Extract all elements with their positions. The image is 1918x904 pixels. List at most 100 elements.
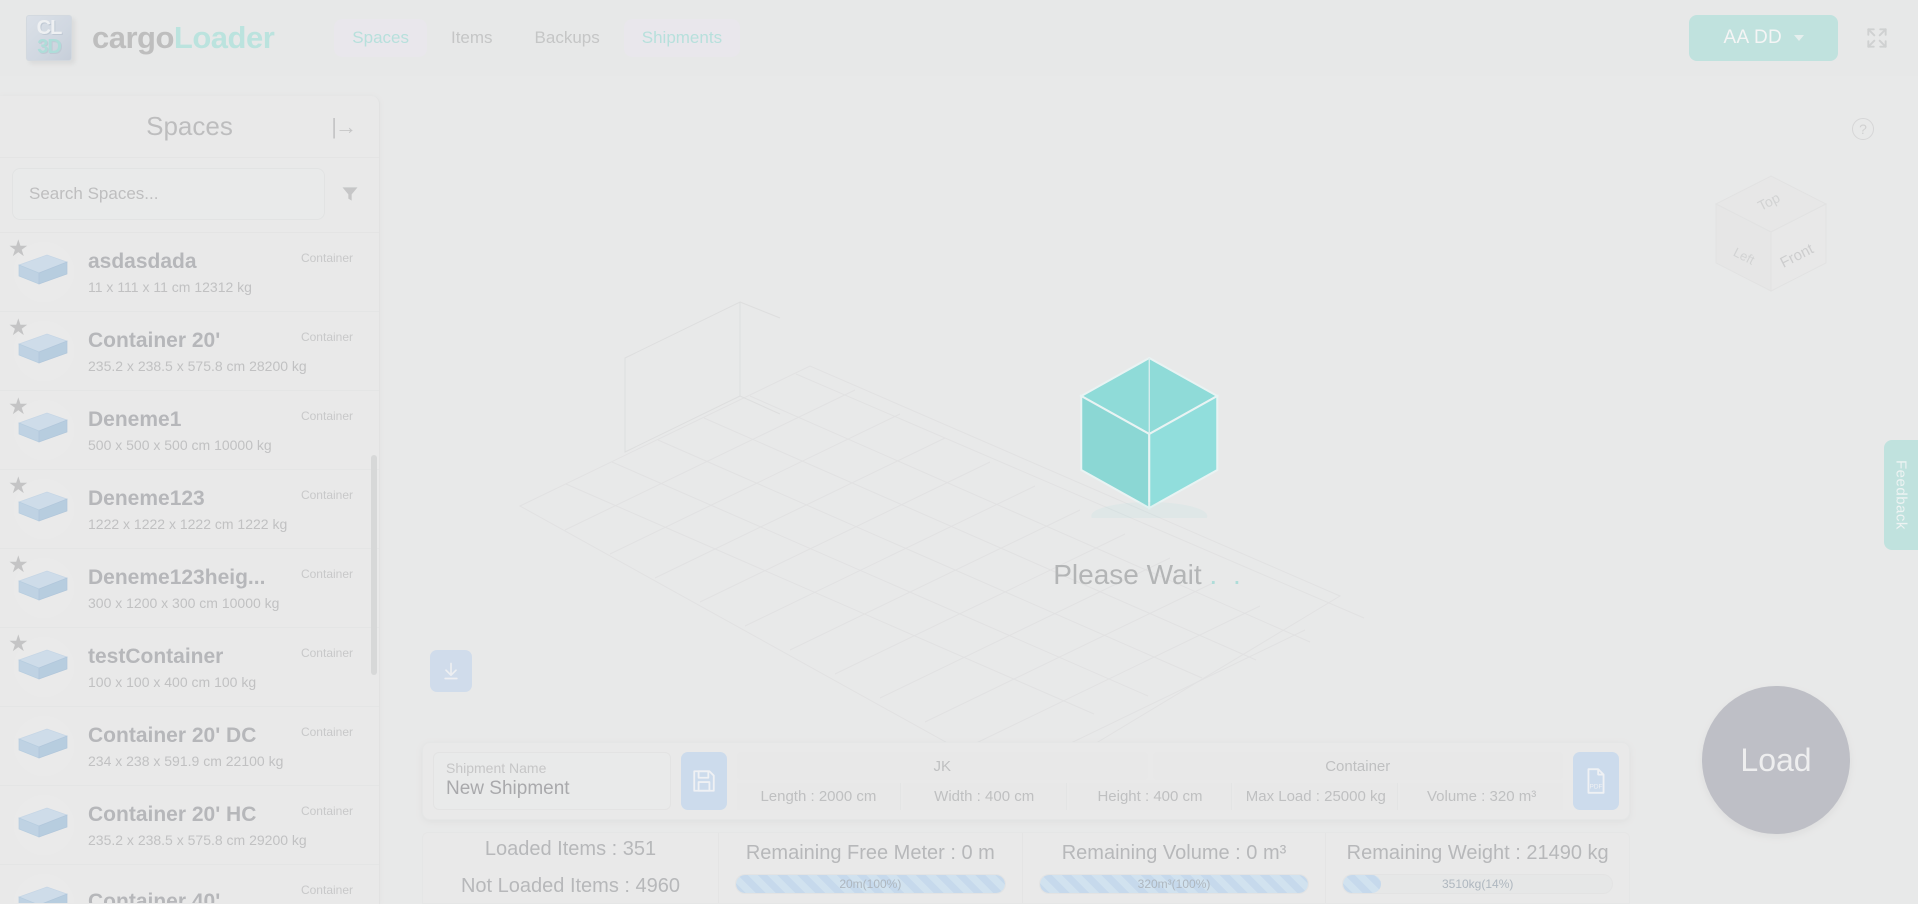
space-type-badge: Container bbox=[300, 804, 353, 818]
space-list-item[interactable]: Container 20' DC 234 x 238 x 591.9 cm 221… bbox=[0, 707, 379, 786]
space-list-item[interactable]: ★ Deneme1 500 x 500 x 500 cm 10000 kg Conta… bbox=[0, 391, 379, 470]
space-thumbnail: ★ bbox=[8, 474, 74, 542]
nav-item-shipments[interactable]: Shipments bbox=[623, 19, 741, 57]
loading-cube-icon bbox=[1078, 356, 1220, 530]
favorite-star-icon[interactable]: ★ bbox=[8, 632, 29, 655]
container-icon bbox=[18, 807, 69, 838]
space-type-badge: Container bbox=[300, 409, 353, 423]
brand-text-second: Loader bbox=[173, 20, 275, 55]
fullscreen-icon[interactable] bbox=[1864, 25, 1890, 51]
container-icon bbox=[18, 886, 69, 903]
pdf-file-icon: PDF bbox=[1587, 768, 1605, 794]
sidebar-title: Spaces bbox=[146, 111, 233, 141]
spec-header-shipment: JK bbox=[737, 752, 1148, 780]
volume-progress-text: 320m³(100%) bbox=[1137, 877, 1211, 891]
space-thumbnail: ★ bbox=[8, 316, 74, 384]
shipment-name-field[interactable]: Shipment Name New Shipment bbox=[433, 752, 671, 810]
favorite-star-icon[interactable]: ★ bbox=[8, 474, 29, 497]
export-pdf-button[interactable]: PDF bbox=[1573, 752, 1619, 810]
space-dimensions: 235.2 x 238.5 x 575.8 cm 29200 kg bbox=[88, 831, 307, 848]
favorite-star-icon[interactable]: ★ bbox=[8, 237, 29, 260]
space-dimensions: 234 x 238 x 591.9 cm 22100 kg bbox=[88, 752, 284, 769]
loading-indicator: Please Wait . . bbox=[1053, 348, 1244, 591]
space-dimensions: 500 x 500 x 500 cm 10000 kg bbox=[88, 436, 272, 453]
not-loaded-items-label: Not Loaded Items : 4960 bbox=[460, 875, 681, 897]
spec-length: Length : 2000 cm bbox=[737, 783, 901, 810]
space-thumbnail: ★ bbox=[8, 237, 74, 305]
loading-text: Please Wait . . bbox=[1053, 559, 1244, 591]
shipment-stats: Loaded Items : 351 Not Loaded Items : 49… bbox=[422, 832, 1630, 904]
stat-item-counts: Loaded Items : 351 Not Loaded Items : 49… bbox=[423, 833, 719, 903]
space-specs: JK Container Length : 2000 cm Width : 40… bbox=[737, 752, 1563, 810]
space-thumbnail: ★ bbox=[8, 553, 74, 621]
weight-progress-text: 3510kg(14%) bbox=[1441, 877, 1514, 891]
space-thumbnail: ★ bbox=[8, 632, 74, 700]
free-meter-progress-text: 20m(100%) bbox=[839, 877, 902, 891]
app-logo-icon[interactable]: CL 3D bbox=[26, 15, 72, 61]
save-floppy-icon bbox=[693, 770, 715, 792]
sidebar-header: Spaces |→ bbox=[0, 96, 379, 158]
collapse-panel-icon[interactable]: |→ bbox=[331, 114, 357, 140]
space-list-item[interactable]: ★ asdasdada 11 x 111 x 11 cm 12312 kg Conta… bbox=[0, 233, 379, 312]
feedback-tab[interactable]: Feedback bbox=[1884, 440, 1918, 550]
brand-title[interactable]: cargoLoader bbox=[92, 20, 275, 56]
remaining-free-meter-label: Remaining Free Meter : 0 m bbox=[745, 842, 995, 864]
filter-icon[interactable] bbox=[333, 184, 367, 204]
space-thumbnail bbox=[8, 792, 74, 858]
favorite-star-icon[interactable]: ★ bbox=[8, 395, 29, 418]
loaded-items-label: Loaded Items : 351 bbox=[484, 838, 657, 860]
space-list-item[interactable]: ★ Container 20' 235.2 x 238.5 x 575.8 cm 2… bbox=[0, 312, 379, 391]
sidebar-search-row bbox=[0, 158, 379, 233]
search-input[interactable] bbox=[12, 168, 325, 220]
favorite-star-icon[interactable]: ★ bbox=[8, 553, 29, 576]
chevron-down-icon bbox=[1794, 35, 1804, 41]
spaces-list[interactable]: ★ asdasdada 11 x 111 x 11 cm 12312 kg Conta… bbox=[0, 233, 379, 903]
space-list-item[interactable]: ★ testContainer 100 x 100 x 400 cm 100 kg C… bbox=[0, 628, 379, 707]
top-navbar: CL 3D cargoLoader Spaces Items Backups S… bbox=[0, 0, 1918, 76]
stat-remaining-free-meter: Remaining Free Meter : 0 m 20m(100%) bbox=[719, 833, 1023, 903]
remaining-weight-label: Remaining Weight : 21490 kg bbox=[1346, 842, 1609, 864]
loading-dots: . . bbox=[1209, 559, 1245, 590]
volume-progress-bar: 320m³(100%) bbox=[1038, 874, 1310, 894]
spec-width: Width : 400 cm bbox=[902, 783, 1067, 810]
nav-item-items[interactable]: Items bbox=[433, 19, 511, 57]
app-root: CL 3D cargoLoader Spaces Items Backups S… bbox=[0, 0, 1918, 904]
shipment-name-value: New Shipment bbox=[446, 778, 570, 799]
stat-remaining-volume: Remaining Volume : 0 m³ 320m³(100%) bbox=[1023, 833, 1327, 903]
space-type-badge: Container bbox=[300, 251, 353, 265]
space-list-item[interactable]: ★ Deneme123heig... 300 x 1200 x 300 cm 100… bbox=[0, 549, 379, 628]
help-icon[interactable]: ? bbox=[1852, 118, 1874, 140]
space-specs-values: Length : 2000 cm Width : 400 cm Height :… bbox=[737, 783, 1563, 810]
space-list-item[interactable]: ★ Deneme123 1222 x 1222 x 1222 cm 1222 kg C… bbox=[0, 470, 379, 549]
stat-remaining-weight: Remaining Weight : 21490 kg 3510kg(14%) bbox=[1326, 833, 1629, 903]
space-type-badge: Container bbox=[300, 646, 353, 660]
spec-header-container: Container bbox=[1152, 752, 1563, 780]
nav-item-spaces[interactable]: Spaces bbox=[334, 19, 427, 57]
shipment-name-label: Shipment Name bbox=[446, 760, 547, 776]
user-menu-label: AA DD bbox=[1723, 27, 1782, 48]
space-dimensions: 235.2 x 238.5 x 575.8 cm 28200 kg bbox=[88, 357, 307, 374]
spec-height: Height : 400 cm bbox=[1068, 783, 1233, 810]
favorite-star-icon[interactable]: ★ bbox=[8, 316, 29, 339]
space-type-badge: Container bbox=[300, 883, 353, 897]
space-type-badge: Container bbox=[300, 567, 353, 581]
space-thumbnail: ★ bbox=[8, 395, 74, 463]
space-type-badge: Container bbox=[300, 725, 353, 739]
shipment-toolbar: Shipment Name New Shipment JK Container … bbox=[422, 742, 1630, 820]
space-list-item[interactable]: Container 20' HC 235.2 x 238.5 x 575.8 cm… bbox=[0, 786, 379, 865]
sidebar-scrollbar[interactable] bbox=[371, 455, 377, 675]
free-meter-progress-bar: 20m(100%) bbox=[735, 874, 1006, 894]
view-orientation-cube[interactable]: Top Left Front bbox=[1696, 156, 1846, 311]
user-menu-button[interactable]: AA DD bbox=[1689, 15, 1838, 61]
spec-max-load: Max Load : 25000 kg bbox=[1234, 783, 1399, 810]
feedback-tab-label: Feedback bbox=[1892, 460, 1910, 530]
main-nav: Spaces Items Backups Shipments bbox=[334, 19, 741, 57]
load-button[interactable]: Load bbox=[1702, 686, 1850, 834]
space-type-badge: Container bbox=[300, 488, 353, 502]
download-icon[interactable] bbox=[430, 650, 472, 692]
spec-volume: Volume : 320 m³ bbox=[1400, 783, 1563, 810]
space-list-item[interactable]: Container 40' Container bbox=[0, 865, 379, 903]
space-thumbnail bbox=[8, 871, 74, 903]
nav-item-backups[interactable]: Backups bbox=[517, 19, 618, 57]
save-button[interactable] bbox=[681, 752, 727, 810]
